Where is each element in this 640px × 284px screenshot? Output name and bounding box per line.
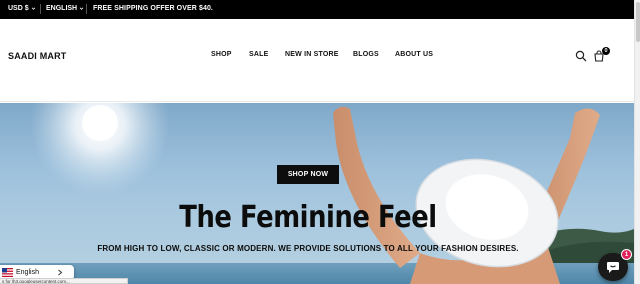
promo-text: FREE SHIPPING OFFER OVER $40. xyxy=(93,5,213,12)
hero-image xyxy=(0,103,634,284)
currency-label: USD $ xyxy=(8,5,29,12)
status-url-bar: s for lh3.googleusercontent.com... xyxy=(0,278,128,284)
scrollbar-thumb[interactable] xyxy=(636,2,640,42)
chevron-down-icon xyxy=(31,7,35,10)
divider xyxy=(86,4,87,14)
chat-icon xyxy=(607,262,619,273)
chat-notification-badge: 1 xyxy=(621,249,632,260)
cart-count-badge: 0 xyxy=(602,47,610,55)
us-flag-icon xyxy=(2,268,13,277)
nav-item-sale[interactable]: SALE xyxy=(249,51,268,58)
nav-item-new-in-store[interactable]: NEW IN STORE xyxy=(285,51,339,58)
hero-banner: The Feminine Feel FROM HIGH TO LOW, CLAS… xyxy=(0,103,634,284)
hero-title: The Feminine Feel xyxy=(179,200,437,235)
language-label: ENGLISH xyxy=(46,5,78,12)
store-logo[interactable]: SAADI MART xyxy=(8,51,67,61)
chevron-right-icon xyxy=(58,269,63,276)
nav-item-about-us[interactable]: ABOUT US xyxy=(395,51,433,58)
site-header: SAADI MART SHOP SALE NEW IN STORE BLOGS … xyxy=(0,19,634,102)
page-scrollbar[interactable] xyxy=(634,0,640,284)
hero-subtitle: FROM HIGH TO LOW, CLASSIC OR MODERN. WE … xyxy=(97,244,519,253)
nav-item-blogs[interactable]: BLOGS xyxy=(353,51,379,58)
search-icon[interactable] xyxy=(575,50,587,62)
language-selector-label: English xyxy=(16,268,39,276)
divider xyxy=(40,4,41,14)
language-dropdown[interactable]: ENGLISH xyxy=(46,5,84,12)
chevron-down-icon xyxy=(79,7,84,10)
shop-now-button[interactable]: SHOP NOW xyxy=(277,165,339,184)
currency-selector[interactable]: USD $ xyxy=(8,5,36,12)
nav-item-shop[interactable]: SHOP xyxy=(211,51,232,58)
announcement-bar: USD $ ENGLISH FREE SHIPPING OFFER OVER $… xyxy=(0,0,634,19)
